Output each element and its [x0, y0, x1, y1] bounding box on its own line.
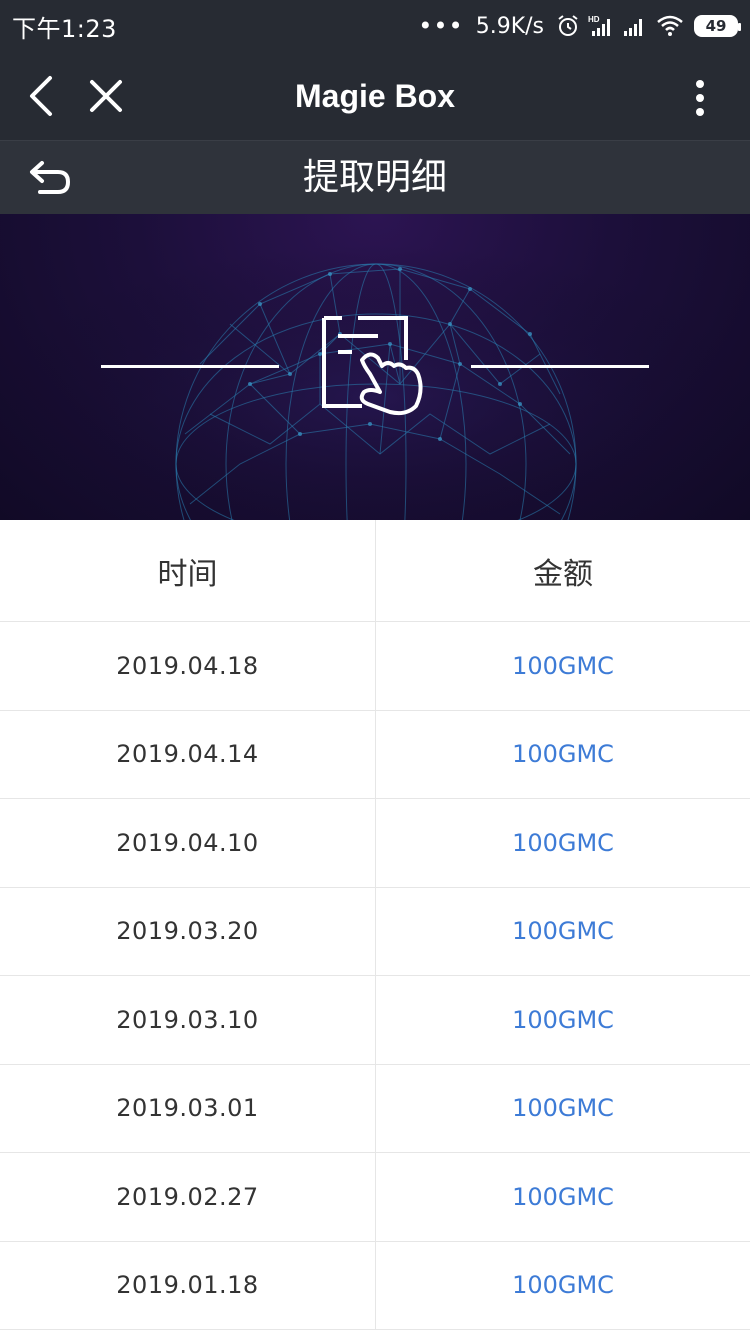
- column-header-time: 时间: [0, 520, 376, 621]
- row-date: 2019.02.27: [0, 1153, 376, 1241]
- alarm-icon: [556, 14, 580, 38]
- status-dots: •••: [418, 12, 464, 40]
- table-row[interactable]: 2019.01.18 100GMC: [0, 1241, 750, 1330]
- page-title: 提取明细: [302, 157, 447, 198]
- signal-icon: [622, 14, 648, 38]
- wifi-icon: [656, 14, 684, 38]
- table-header: 时间 金额: [0, 520, 750, 622]
- row-date: 2019.03.01: [0, 1064, 376, 1152]
- svg-text:HD: HD: [588, 15, 600, 24]
- column-header-amount: 金额: [533, 556, 593, 592]
- status-bar: 下午1:23 ••• 5.9K/s HD 49: [0, 0, 750, 52]
- table-row[interactable]: 2019.04.10 100GMC: [0, 799, 750, 888]
- nav-bar: Magie Box: [0, 52, 750, 140]
- row-amount: 100GMC: [512, 651, 614, 680]
- table-row[interactable]: 2019.04.18 100GMC: [0, 622, 750, 711]
- row-amount: 100GMC: [512, 828, 614, 857]
- row-amount: 100GMC: [512, 917, 614, 946]
- nav-title: Magie Box: [294, 78, 456, 114]
- row-amount: 100GMC: [512, 1005, 614, 1034]
- table-row[interactable]: 2019.03.10 100GMC: [0, 976, 750, 1065]
- row-amount: 100GMC: [512, 1271, 614, 1300]
- banner-divider-right: [471, 365, 649, 368]
- withdraw-hand-icon: [318, 310, 434, 420]
- row-amount: 100GMC: [512, 740, 614, 769]
- table-row[interactable]: 2019.02.27 100GMC: [0, 1153, 750, 1242]
- row-date: 2019.01.18: [0, 1241, 376, 1329]
- row-date: 2019.03.10: [0, 976, 376, 1064]
- table-row[interactable]: 2019.04.14 100GMC: [0, 710, 750, 799]
- row-amount: 100GMC: [512, 1182, 614, 1211]
- table-row[interactable]: 2019.03.01 100GMC: [0, 1064, 750, 1153]
- status-time: 下午1:23: [12, 14, 117, 43]
- row-date: 2019.04.18: [0, 622, 376, 710]
- row-amount: 100GMC: [512, 1094, 614, 1123]
- row-date: 2019.04.14: [0, 710, 376, 798]
- sub-header: 提取明细: [0, 140, 750, 214]
- table-row[interactable]: 2019.03.20 100GMC: [0, 887, 750, 976]
- table-body: 2019.04.18 100GMC 2019.04.14 100GMC 2019.04.…: [0, 622, 750, 1330]
- status-indicators: ••• 5.9K/s HD 49: [418, 12, 741, 40]
- network-speed: 5.9K/s: [475, 13, 544, 39]
- row-date: 2019.03.20: [0, 887, 376, 975]
- banner: [0, 214, 750, 520]
- row-date: 2019.04.10: [0, 799, 376, 887]
- battery-icon: 49: [694, 15, 741, 37]
- withdraw-detail-table: 时间 金额 2019.04.18 100GMC 2019.04.14 100GMC 20…: [0, 520, 750, 1334]
- banner-divider-left: [101, 365, 279, 368]
- hd-signal-icon: HD: [588, 14, 614, 38]
- more-vertical-icon[interactable]: [690, 78, 710, 118]
